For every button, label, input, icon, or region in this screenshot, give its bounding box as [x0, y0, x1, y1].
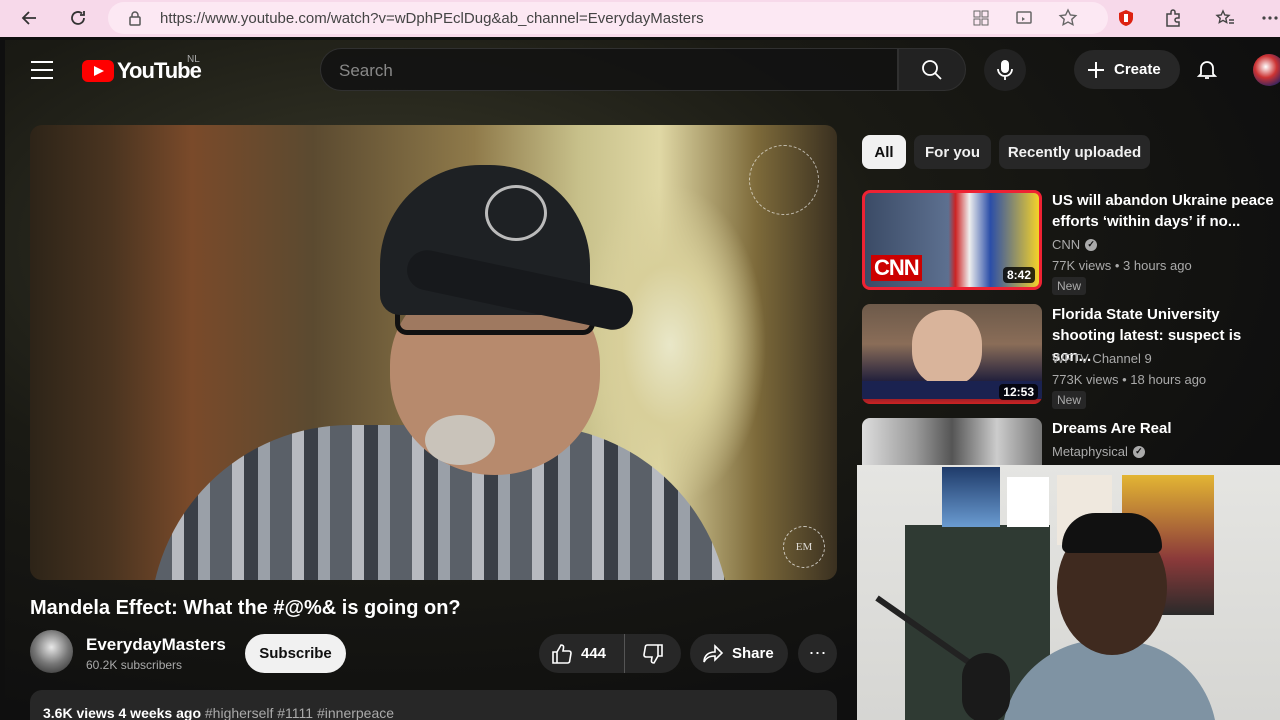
star-icon[interactable]	[1058, 8, 1078, 33]
notifications-button[interactable]	[1195, 57, 1221, 83]
webcam-poster	[1007, 477, 1049, 527]
app-grid-icon[interactable]	[972, 9, 990, 32]
recommended-video[interactable]: CNN 8:42 US will abandon Ukraine peace e…	[862, 190, 1280, 295]
video-frame-cap-logo	[485, 185, 547, 241]
share-arrow-icon	[703, 643, 724, 662]
subscriber-count: 60.2K subscribers	[86, 658, 183, 672]
rec-age: 18 hours ago	[1130, 372, 1207, 387]
subscribe-button[interactable]: Subscribe	[245, 634, 346, 673]
arrow-left-icon	[21, 11, 36, 25]
channel-avatar[interactable]	[30, 630, 73, 673]
recommended-channel[interactable]: WFTV Channel 9	[1052, 351, 1152, 366]
video-frame-beard	[425, 415, 495, 465]
branding-watermark[interactable]: EM	[783, 526, 825, 568]
verified-check-icon: ✓	[1085, 238, 1098, 251]
chip-for-you[interactable]: For you	[914, 135, 991, 169]
account-avatar[interactable]	[1253, 54, 1280, 86]
video-thumbnail[interactable]: CNN 8:42	[862, 190, 1042, 290]
favorites-icon[interactable]	[1212, 5, 1238, 31]
bell-icon	[1196, 61, 1218, 79]
channel-watermark-icon	[749, 145, 819, 215]
watermark-text: EM	[795, 541, 813, 553]
like-button[interactable]: 444	[539, 634, 625, 673]
thumbs-down-icon	[643, 643, 663, 664]
browser-toolbar: https://www.youtube.com/watch?v=wDphPEcl…	[0, 0, 1280, 37]
address-bar[interactable]: https://www.youtube.com/watch?v=wDphPEcl…	[108, 2, 1108, 34]
puzzle-extension-icon[interactable]	[1160, 5, 1186, 31]
recommended-meta: 77K views • 3 hours ago	[1052, 258, 1192, 273]
webcam-microphone	[962, 653, 1010, 720]
video-duration: 8:42	[1002, 267, 1035, 283]
search-button[interactable]	[898, 48, 966, 91]
rec-views: 773K views	[1052, 372, 1119, 387]
thumbs-up-icon	[552, 643, 572, 664]
search-icon	[922, 59, 942, 80]
recommended-channel[interactable]: CNN ✓	[1052, 237, 1098, 252]
webcam-person-hair	[1062, 513, 1162, 553]
youtube-play-icon	[82, 60, 114, 82]
like-count: 444	[581, 645, 607, 662]
lock-icon	[128, 10, 142, 31]
chip-recently-uploaded[interactable]: Recently uploaded	[999, 135, 1150, 169]
cast-icon[interactable]	[1015, 9, 1033, 32]
channel-label: CNN	[1052, 237, 1081, 252]
new-badge: New	[1052, 277, 1087, 295]
youtube-page: YouTube NL Search Create EM Mandela Effe…	[5, 40, 1280, 720]
url-text: https://www.youtube.com/watch?v=wDphPEcl…	[160, 9, 704, 27]
hashtags[interactable]: #higherself #1111 #innerpeace	[205, 705, 394, 720]
rec-age: 3 hours ago	[1123, 258, 1192, 273]
cnn-logo: CNN	[871, 255, 922, 281]
like-dislike-group: 444	[539, 634, 681, 673]
recommended-video[interactable]: 12:53 Florida State University shooting …	[862, 304, 1280, 409]
create-label: Create	[1114, 61, 1161, 78]
rec-views: 77K views	[1052, 258, 1112, 273]
video-duration: 12:53	[999, 384, 1038, 400]
description-box[interactable]: 3.6K views 4 weeks ago #higherself #1111…	[30, 690, 837, 720]
share-button[interactable]: Share	[690, 634, 788, 673]
share-label: Share	[732, 645, 774, 662]
recommended-meta: 773K views • 18 hours ago	[1052, 372, 1207, 387]
youtube-logo[interactable]: YouTube NL	[82, 54, 202, 84]
new-badge: New	[1052, 391, 1087, 409]
channel-label: Metaphysical	[1052, 444, 1128, 459]
recommended-channel[interactable]: Metaphysical ✓	[1052, 444, 1145, 459]
search-placeholder: Search	[339, 61, 393, 80]
reload-icon	[71, 11, 85, 25]
more-actions-button[interactable]: ⋯	[798, 634, 837, 673]
back-button[interactable]	[15, 3, 45, 33]
description-summary: 3.6K views 4 weeks ago #higherself #1111…	[43, 705, 394, 720]
webcam-poster	[942, 467, 1000, 527]
view-count: 3.6K views	[43, 705, 115, 720]
video-title: Mandela Effect: What the #@%& is going o…	[30, 597, 461, 619]
video-thumbnail[interactable]: 12:53	[862, 304, 1042, 404]
recommended-title[interactable]: Dreams Are Real	[1052, 418, 1277, 439]
menu-dots-icon[interactable]	[1257, 5, 1280, 31]
reload-button[interactable]	[63, 3, 93, 33]
create-button[interactable]: Create	[1074, 50, 1180, 89]
verified-check-icon: ✓	[1132, 445, 1145, 458]
channel-name[interactable]: EverydayMasters	[86, 635, 226, 655]
region-code: NL	[187, 54, 200, 65]
microphone-icon	[997, 60, 1013, 80]
voice-search-button[interactable]	[984, 49, 1026, 91]
guide-menu-button[interactable]	[31, 61, 53, 79]
dislike-button[interactable]	[625, 643, 681, 665]
recommended-title[interactable]: US will abandon Ukraine peace efforts ‘w…	[1052, 190, 1277, 232]
shield-extension-icon[interactable]	[1113, 5, 1139, 31]
plus-icon	[1088, 61, 1104, 78]
search-input[interactable]: Search	[320, 48, 898, 91]
video-player[interactable]: EM	[30, 125, 837, 580]
channel-label: WFTV Channel 9	[1052, 351, 1152, 366]
chip-all[interactable]: All	[862, 135, 906, 169]
upload-date: 4 weeks ago	[118, 705, 202, 720]
thumbnail-person	[912, 310, 982, 386]
webcam-overlay	[857, 465, 1280, 720]
